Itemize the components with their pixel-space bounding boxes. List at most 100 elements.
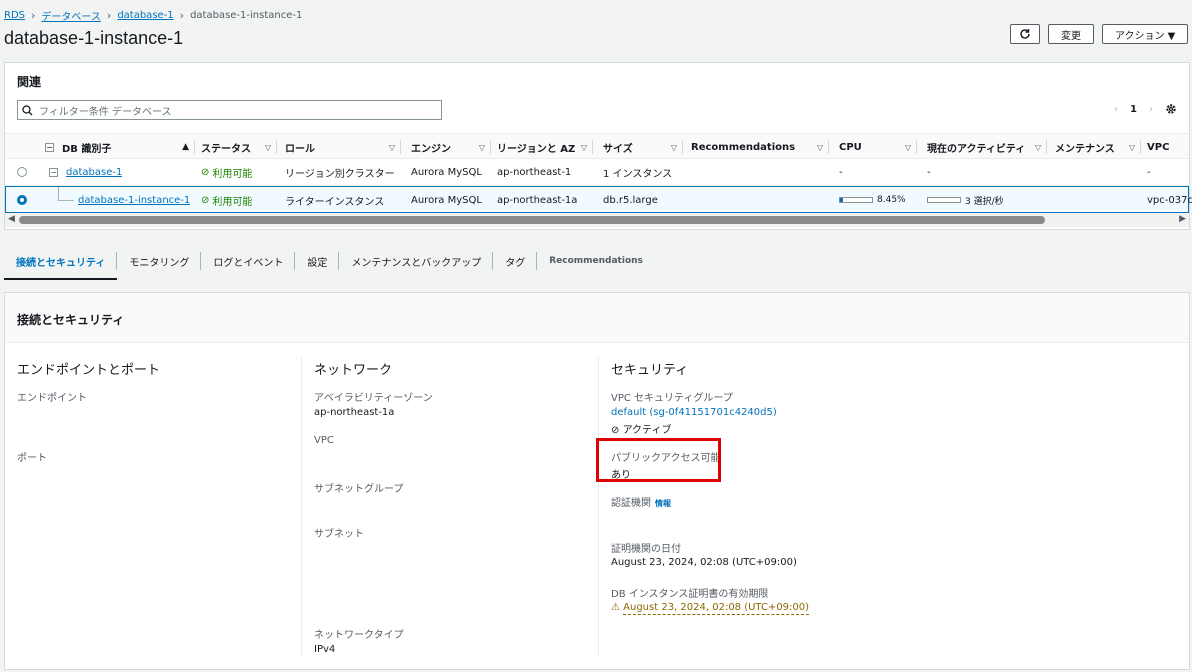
security-group-link[interactable]: default (sg-0f41151701c4240d5) xyxy=(611,407,777,418)
warning-icon: ⚠ xyxy=(611,602,624,613)
security-column-title: セキュリティ xyxy=(611,362,689,377)
ca-info-link[interactable]: 情報 xyxy=(655,499,671,508)
az-label: アベイラビリティーゾーン xyxy=(314,393,433,404)
row-radio-selected[interactable] xyxy=(17,195,27,205)
tab-maintenance-backup[interactable]: メンテナンスとバックアップ xyxy=(339,242,494,280)
column-header-db-id[interactable]: − DB 識別子 ▲ xyxy=(45,134,195,160)
related-title: 関連 xyxy=(17,75,42,89)
check-circle-icon: ⊘ xyxy=(201,194,210,206)
tab-monitoring[interactable]: モニタリング xyxy=(117,242,202,280)
engine-cell: Aurora MySQL xyxy=(411,194,482,206)
engine-cell: Aurora MySQL xyxy=(411,166,482,178)
region-cell: ap-northeast-1 xyxy=(497,166,572,178)
vpc-cell: vpc-037c1 xyxy=(1147,194,1192,206)
activity-bar xyxy=(927,197,961,203)
tab-tags[interactable]: タグ xyxy=(493,242,538,280)
subnet-label: サブネット xyxy=(314,529,364,540)
check-circle-icon: ⊘ xyxy=(611,425,623,436)
network-column-title: ネットワーク xyxy=(314,362,393,377)
cert-expiry-value: ⚠ August 23, 2024, 02:08 (UTC+09:00) xyxy=(611,602,810,615)
role-cell: リージョン別クラスター xyxy=(285,168,395,180)
tree-connector xyxy=(58,187,59,201)
subnet-group-label: サブネットグループ xyxy=(314,484,404,495)
network-type-value: IPv4 xyxy=(314,644,336,655)
size-cell: 1 インスタンス xyxy=(603,168,673,180)
column-header-recommendations[interactable]: Recommendations ▽ xyxy=(691,134,829,160)
breadcrumb-databases[interactable]: データベース xyxy=(41,8,101,23)
modify-button[interactable]: 変更 xyxy=(1048,24,1094,44)
activity-cell: - xyxy=(927,166,931,178)
table-header: − DB 識別子 ▲ ステータス ▽ ロール ▽ エンジン ▽ リージョンと AZ ▽ サ… xyxy=(5,133,1189,159)
role-cell: ライターインスタンス xyxy=(285,196,385,208)
breadcrumb-rds[interactable]: RDS xyxy=(4,10,25,21)
db-id-link[interactable]: database-1 xyxy=(66,167,122,178)
check-circle-icon: ⊘ xyxy=(201,166,210,178)
status-text: 利用可能 xyxy=(212,196,253,208)
search-icon xyxy=(22,104,33,115)
db-id-link[interactable]: database-1-instance-1 xyxy=(78,195,190,206)
tab-recommendations[interactable]: Recommendations xyxy=(537,242,655,280)
row-radio[interactable] xyxy=(17,167,27,177)
actions-dropdown[interactable]: アクション ▼ xyxy=(1102,24,1188,44)
column-header-activity[interactable]: 現在のアクティビティ ▽ xyxy=(927,134,1047,160)
endpoint-column-title: エンドポイントとポート xyxy=(17,362,161,377)
highlight-box xyxy=(596,438,721,482)
region-cell: ap-northeast-1a xyxy=(497,194,578,206)
related-panel: 関連 フィルター条件 データベース ‹ 1 › − DB 識別子 ▲ ステータス ▽… xyxy=(4,62,1192,230)
filter-placeholder: フィルター条件 データベース xyxy=(39,106,172,118)
chevron-right-icon: › xyxy=(106,9,112,22)
chevron-right-icon: › xyxy=(31,9,36,22)
column-header-region[interactable]: リージョンと AZ ▽ xyxy=(497,134,593,160)
cert-expiry-label: DB インスタンス証明書の有効期限 xyxy=(611,589,769,600)
filter-input[interactable]: フィルター条件 データベース xyxy=(17,100,442,120)
detail-tabs: 接続とセキュリティ モニタリング ログとイベント 設定 メンテナンスとバックアッ… xyxy=(4,242,1190,280)
scrollbar-thumb[interactable] xyxy=(19,216,1045,224)
breadcrumb-current: database-1-instance-1 xyxy=(190,10,303,21)
vpc-label: VPC xyxy=(314,435,334,446)
chevron-right-icon[interactable]: › xyxy=(1149,104,1153,115)
pagination: ‹ 1 › xyxy=(1114,103,1177,115)
scroll-left-icon[interactable]: ◀ xyxy=(8,214,15,224)
gear-icon[interactable] xyxy=(1165,103,1177,115)
column-header-role[interactable]: ロール ▽ xyxy=(285,134,401,160)
page-number[interactable]: 1 xyxy=(1130,104,1137,115)
ca-label: 認証機関 情報 xyxy=(611,498,671,509)
table-row[interactable]: database-1-instance-1 ⊘ 利用可能 ライターインスタンス A… xyxy=(5,186,1192,213)
cpu-cell: - xyxy=(839,166,843,178)
column-header-cpu[interactable]: CPU ▽ xyxy=(839,134,917,160)
refresh-icon xyxy=(1020,29,1030,39)
tab-logs-events[interactable]: ログとイベント xyxy=(201,242,296,280)
breadcrumb: RDS › データベース › database-1 › database-1-i… xyxy=(4,8,302,23)
column-header-status[interactable]: ステータス ▽ xyxy=(201,134,277,160)
status-text: 利用可能 xyxy=(212,168,253,180)
column-header-maintenance[interactable]: メンテナンス ▽ xyxy=(1055,134,1141,160)
horizontal-scrollbar[interactable]: ◀ ▶ xyxy=(5,213,1189,227)
ca-date-value: August 23, 2024, 02:08 (UTC+09:00) xyxy=(611,557,797,568)
security-group-label: VPC セキュリティグループ xyxy=(611,393,733,404)
endpoint-label: エンドポイント xyxy=(17,393,87,404)
collapse-all-icon[interactable]: − xyxy=(45,142,54,152)
header-actions: 変更 アクション ▼ xyxy=(1010,24,1188,44)
port-label: ポート xyxy=(17,453,47,464)
column-header-size[interactable]: サイズ ▽ xyxy=(603,134,683,160)
tab-configuration[interactable]: 設定 xyxy=(295,242,340,280)
panel-title: 接続とセキュリティ xyxy=(17,313,125,327)
table-row[interactable]: − database-1 ⊘ 利用可能 リージョン別クラスター Aurora My… xyxy=(5,159,1189,186)
network-type-label: ネットワークタイプ xyxy=(314,630,404,641)
breadcrumb-cluster[interactable]: database-1 xyxy=(117,10,173,21)
databases-table: − DB 識別子 ▲ ステータス ▽ ロール ▽ エンジン ▽ リージョンと AZ ▽ サ… xyxy=(5,133,1192,213)
column-header-engine[interactable]: エンジン ▽ xyxy=(411,134,491,160)
ca-date-label: 証明機関の日付 xyxy=(611,544,681,555)
cpu-bar xyxy=(839,197,873,203)
vpc-cell: - xyxy=(1147,166,1151,178)
chevron-left-icon[interactable]: ‹ xyxy=(1114,104,1118,115)
az-value: ap-northeast-1a xyxy=(314,407,395,418)
security-group-status: ⊘ アクティブ xyxy=(611,425,672,436)
tree-connector xyxy=(58,200,74,201)
scroll-right-icon[interactable]: ▶ xyxy=(1179,214,1186,224)
refresh-button[interactable] xyxy=(1010,24,1040,44)
collapse-icon[interactable]: − xyxy=(49,167,58,177)
activity-cell: 3 選択/秒 xyxy=(927,187,1004,213)
tab-connectivity[interactable]: 接続とセキュリティ xyxy=(4,242,118,280)
column-header-vpc[interactable]: VPC xyxy=(1147,134,1187,160)
